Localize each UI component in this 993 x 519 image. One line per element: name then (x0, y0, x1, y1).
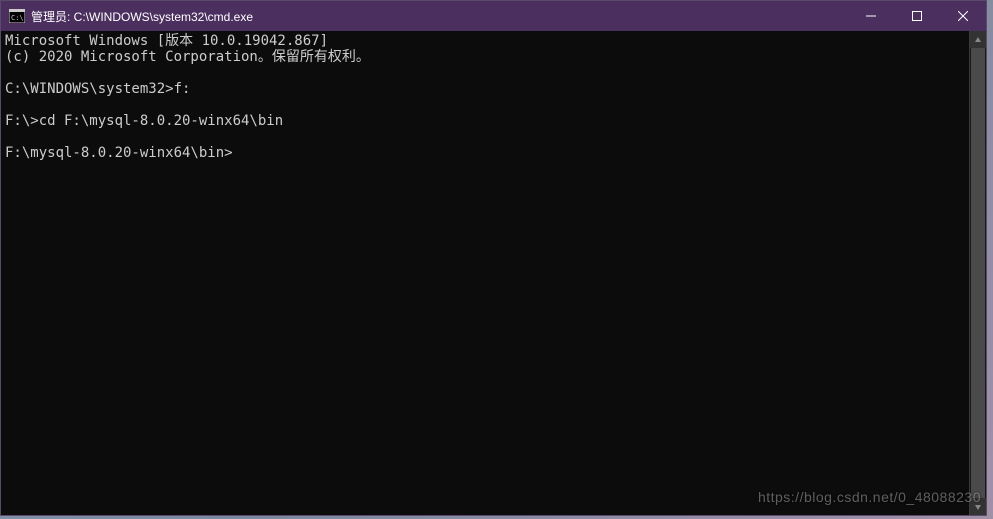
minimize-button[interactable] (848, 1, 894, 31)
terminal-line: Microsoft Windows [版本 10.0.19042.867] (5, 33, 969, 49)
terminal-line (5, 97, 969, 113)
cmd-icon: C:\ (9, 8, 25, 24)
terminal-line (5, 65, 969, 81)
scroll-down-button[interactable] (970, 498, 986, 515)
maximize-button[interactable] (894, 1, 940, 31)
terminal-line: F:\>cd F:\mysql-8.0.20-winx64\bin (5, 113, 969, 129)
scroll-up-button[interactable] (970, 31, 986, 48)
window-body: Microsoft Windows [版本 10.0.19042.867](c)… (1, 31, 986, 515)
terminal-line: (c) 2020 Microsoft Corporation。保留所有权利。 (5, 49, 969, 65)
cmd-window: C:\ 管理员: C:\WINDOWS\system32\cmd.exe Mic… (0, 0, 987, 516)
svg-text:C:\: C:\ (11, 14, 24, 22)
close-button[interactable] (940, 1, 986, 31)
terminal-line: C:\WINDOWS\system32>f: (5, 81, 969, 97)
scroll-thumb[interactable] (971, 48, 985, 498)
terminal-line: F:\mysql-8.0.20-winx64\bin> (5, 145, 969, 161)
vertical-scrollbar[interactable] (969, 31, 986, 515)
title-bar[interactable]: C:\ 管理员: C:\WINDOWS\system32\cmd.exe (1, 1, 986, 31)
window-title: 管理员: C:\WINDOWS\system32\cmd.exe (31, 8, 848, 25)
terminal-line (5, 129, 969, 145)
window-controls (848, 1, 986, 31)
terminal-output[interactable]: Microsoft Windows [版本 10.0.19042.867](c)… (1, 31, 969, 515)
scroll-track[interactable] (970, 48, 986, 498)
